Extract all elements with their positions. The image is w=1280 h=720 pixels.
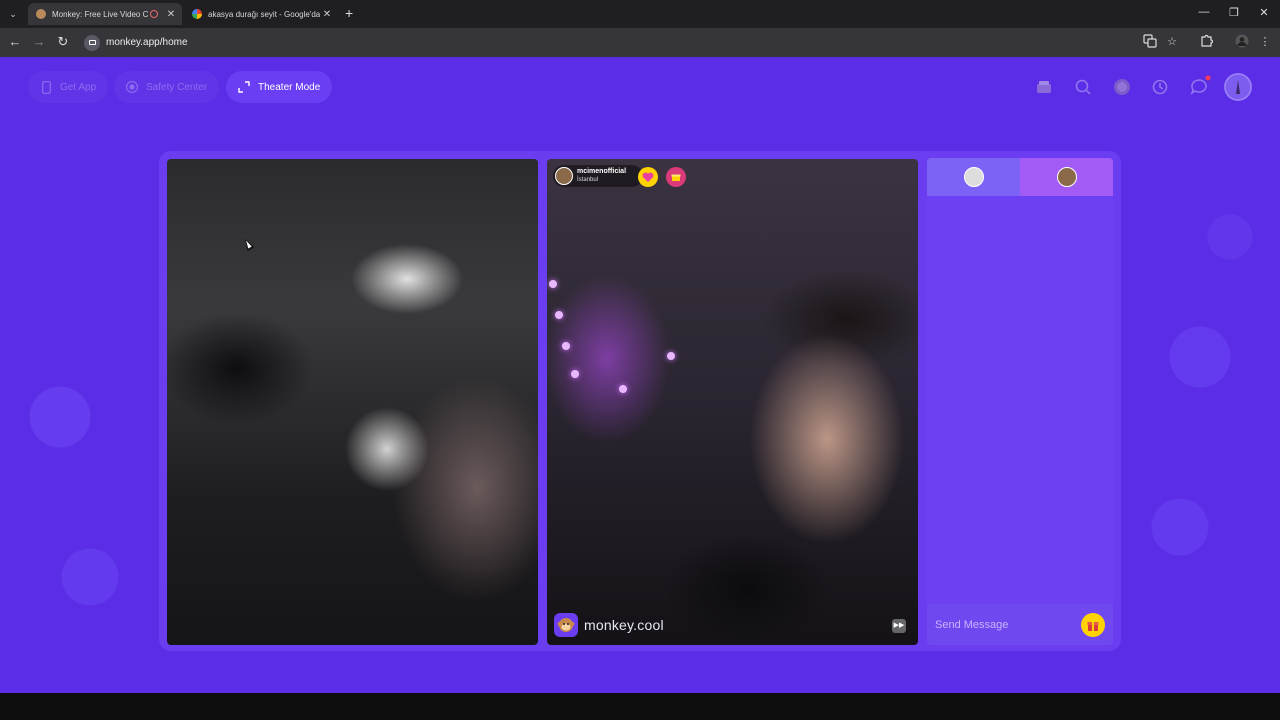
chat-bubble-icon[interactable]	[1187, 75, 1211, 99]
history-icon[interactable]	[1148, 75, 1172, 99]
phone-icon	[40, 80, 52, 94]
expand-icon	[238, 81, 250, 93]
user-avatar[interactable]	[1224, 73, 1252, 101]
decor-light	[555, 311, 563, 319]
kebab-menu-icon[interactable]: ⋮	[1257, 34, 1273, 50]
chat-tabs	[927, 158, 1113, 196]
chat-tab-partner[interactable]	[1020, 158, 1113, 196]
partner-info-pill[interactable]: mcimenofficial İstanbul	[553, 165, 643, 187]
partner-chat-avatar	[1056, 167, 1077, 187]
minimize-icon[interactable]: —	[1194, 6, 1214, 18]
send-message-input[interactable]	[927, 618, 1081, 631]
restore-icon[interactable]: ❐	[1224, 6, 1244, 19]
monkey-page: Get App Safety Center Theater Mode mcime…	[0, 57, 1280, 693]
profile-avatar-icon[interactable]	[1234, 34, 1250, 50]
theater-mode-button[interactable]: Theater Mode	[226, 71, 333, 103]
decor-light	[562, 342, 570, 350]
tab-search-icon[interactable]: ⌄	[4, 5, 22, 23]
reload-icon[interactable]: ↻	[55, 34, 71, 50]
decor-light	[619, 385, 627, 393]
decor-light	[571, 370, 579, 378]
shield-icon	[126, 81, 138, 93]
globe-icon[interactable]	[1110, 75, 1134, 99]
url-field[interactable]: monkey.app/home	[82, 32, 1182, 53]
gift-button[interactable]	[1081, 612, 1105, 637]
get-app-button[interactable]: Get App	[28, 71, 109, 103]
chat-panel	[927, 158, 1113, 645]
forward-icon[interactable]: →	[31, 34, 47, 50]
get-app-label: Get App	[60, 81, 97, 93]
chat-tab-self[interactable]	[927, 158, 1020, 196]
self-avatar	[963, 167, 984, 187]
tab-title: Monkey: Free Live Video C	[52, 9, 149, 19]
skip-icon[interactable]: ▶▶	[892, 619, 906, 633]
tab-title: akasya durağı seyit - Google'da	[208, 9, 320, 19]
translate-icon[interactable]	[1142, 34, 1158, 50]
partner-avatar	[555, 167, 573, 185]
watermark-text: monkey.cool	[584, 617, 664, 633]
decor-light	[549, 280, 557, 288]
search-icon[interactable]	[1071, 75, 1095, 99]
partner-video: mcimenofficial İstanbul monkey.cool ▶▶	[547, 159, 918, 645]
new-tab-icon[interactable]: +	[345, 6, 353, 20]
self-video	[167, 159, 538, 645]
monkey-watermark: monkey.cool	[554, 613, 664, 637]
partner-username: mcimenofficial	[577, 168, 627, 175]
chat-input-row	[927, 604, 1113, 645]
safety-center-label: Safety Center	[146, 81, 208, 93]
chat-messages	[927, 196, 1113, 604]
close-window-icon[interactable]: ✕	[1254, 6, 1274, 19]
monkey-logo-icon	[554, 613, 578, 637]
back-icon[interactable]: ←	[7, 34, 23, 50]
safety-center-button[interactable]: Safety Center	[114, 71, 220, 103]
partner-location: İstanbul	[577, 177, 599, 183]
mouse-cursor	[241, 236, 255, 252]
close-tab-icon[interactable]: ✕	[164, 9, 178, 20]
theater-mode-label: Theater Mode	[258, 81, 321, 93]
gift-badge-icon[interactable]	[666, 167, 686, 187]
google-favicon-icon	[192, 9, 202, 19]
browser-tab-bar: ⌄ Monkey: Free Live Video C ✕ akasya dur…	[0, 0, 1280, 28]
recording-icon	[150, 10, 158, 18]
url-text: monkey.app/home	[106, 37, 188, 48]
tab-google[interactable]: akasya durağı seyit - Google'da ✕	[184, 3, 338, 25]
os-taskbar	[0, 693, 1280, 720]
bookmark-star-icon[interactable]: ☆	[1164, 34, 1180, 50]
store-icon[interactable]	[1032, 75, 1056, 99]
tab-monkey[interactable]: Monkey: Free Live Video C ✕	[28, 3, 182, 25]
address-bar-row: ← → ↻ monkey.app/home ☆ ⋮	[0, 28, 1280, 57]
monkey-favicon-icon	[36, 9, 46, 19]
heart-icon[interactable]	[638, 167, 658, 187]
close-tab-icon[interactable]: ✕	[320, 9, 334, 20]
extensions-icon[interactable]	[1198, 34, 1214, 50]
site-info-icon[interactable]	[84, 34, 100, 51]
decor-light	[667, 352, 675, 360]
